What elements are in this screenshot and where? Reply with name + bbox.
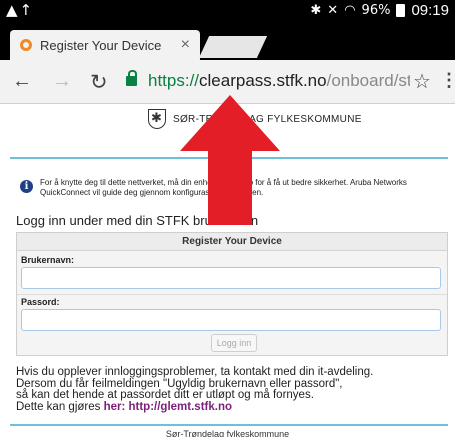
close-tab-icon[interactable]: × [181, 36, 190, 54]
url-field[interactable]: https://clearpass.stfk.no/onboard/stfk_ [148, 71, 410, 91]
battery-percent: 96% [361, 3, 391, 18]
help-text: Hvis du opplever innloggingsproblemer, t… [16, 366, 446, 414]
footer-text: Sør-Trøndelag fylkeskommune [165, 429, 290, 437]
warning-icon: ▲ [6, 1, 20, 19]
form-divider [17, 294, 447, 295]
wifi-icon: ◠ [344, 3, 356, 18]
tab-strip: Register Your Device × [0, 22, 455, 60]
password-field[interactable] [21, 309, 441, 331]
red-arrow-icon [180, 95, 280, 225]
help-line-1: Hvis du opplever innloggingsproblemer, t… [16, 366, 374, 378]
username-label: Brukernavn: [21, 255, 75, 265]
password-label: Passord: [21, 297, 60, 307]
battery-icon [396, 4, 406, 17]
upload-icon: ↑ [19, 1, 35, 19]
overflow-menu-icon[interactable]: ⋮ [440, 70, 455, 91]
status-left-icons: ▲↑ [6, 1, 34, 19]
new-tab-button[interactable] [198, 36, 268, 58]
url-path: /onboard/stfk_ [326, 71, 410, 90]
browser-tab[interactable]: Register Your Device × [10, 30, 200, 60]
reload-icon[interactable]: ↻ [90, 70, 108, 95]
status-bar: ▲↑ ✱ ✕ ◠ 96% 09:19 [0, 0, 455, 22]
reset-password-link[interactable]: her: http://glemt.stfk.no [104, 401, 232, 413]
mute-icon: ✕ [327, 3, 339, 18]
help-line-4: Dette kan gjøres her: http://glemt.stfk.… [16, 400, 446, 414]
login-button[interactable]: Logg inn [211, 334, 257, 352]
lock-icon [126, 70, 137, 86]
tab-title: Register Your Device [40, 38, 162, 53]
crest-icon [148, 109, 166, 129]
bookmark-star-icon[interactable]: ☆ [413, 69, 431, 94]
footer-rule [10, 424, 448, 426]
clock: 09:19 [411, 2, 449, 19]
url-scheme: https:// [148, 71, 200, 90]
register-form: Register Your Device Brukernavn: Passord… [16, 232, 448, 356]
url-host: clearpass.stfk.no [199, 71, 327, 90]
form-title: Register Your Device [17, 233, 447, 251]
bluetooth-icon: ✱ [310, 3, 322, 18]
favicon-icon [20, 39, 32, 51]
back-arrow-icon[interactable]: ← [12, 70, 32, 93]
username-field[interactable] [21, 267, 441, 289]
forward-arrow-icon[interactable]: → [52, 70, 72, 93]
status-right: ✱ ✕ ◠ 96% 09:19 [310, 2, 449, 19]
help-line-4-prefix: Dette kan gjøres [16, 400, 104, 413]
info-icon: i [20, 180, 33, 193]
